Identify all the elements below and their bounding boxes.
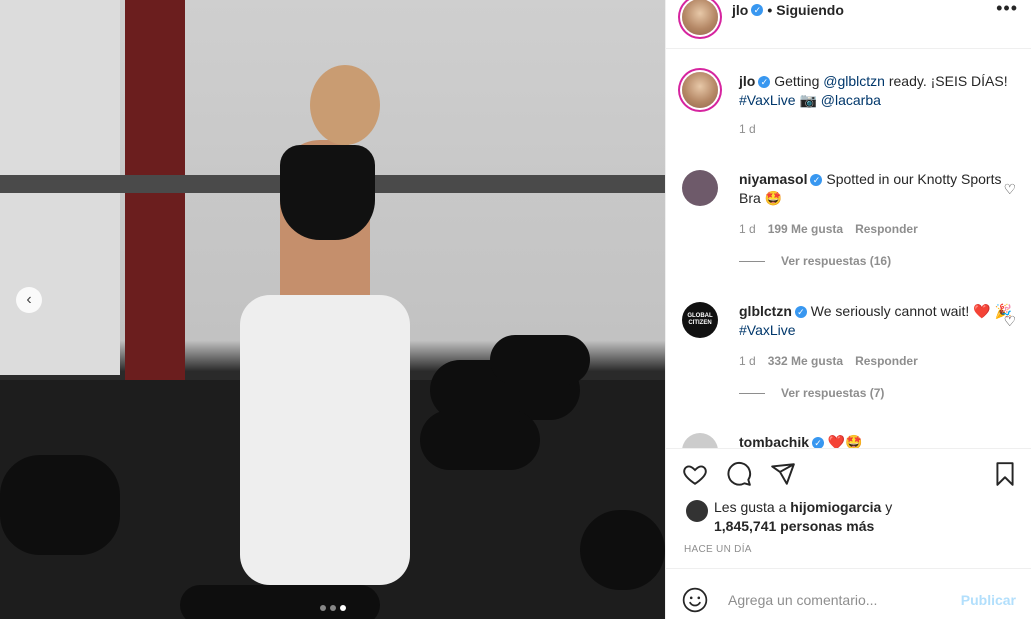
photo-dancer bbox=[0, 455, 120, 555]
photo-dancer bbox=[580, 510, 665, 590]
post-photo[interactable]: ‹ bbox=[0, 0, 665, 619]
comment-like-icon[interactable]: ♡ bbox=[1003, 313, 1016, 330]
liker-username[interactable]: hijomiogarcia bbox=[790, 499, 881, 515]
comment-input[interactable] bbox=[726, 591, 950, 609]
caption-text: jlo ✓ Getting @glblctzn ready. ¡SEIS DÍAS… bbox=[739, 73, 1008, 108]
comment-avatar[interactable] bbox=[682, 433, 718, 448]
verified-icon: ✓ bbox=[794, 306, 807, 319]
carousel-dot bbox=[320, 605, 326, 611]
carousel-dots bbox=[320, 605, 346, 611]
more-options-icon[interactable]: ••• bbox=[996, 0, 1018, 19]
hashtag-link[interactable]: #VaxLive bbox=[739, 92, 796, 108]
like-heart-icon[interactable] bbox=[682, 461, 708, 487]
verified-icon: ✓ bbox=[758, 76, 771, 89]
liker-avatar[interactable] bbox=[686, 500, 708, 522]
comment-username[interactable]: tombachik bbox=[739, 434, 809, 448]
post-actions bbox=[666, 448, 1031, 499]
caption-avatar[interactable] bbox=[682, 72, 718, 108]
comment-bubble-icon[interactable] bbox=[726, 461, 752, 487]
separator-dot: • bbox=[767, 2, 773, 18]
mention-link[interactable]: @glblctzn bbox=[823, 73, 885, 89]
likes-count[interactable]: 1,845,741 personas más bbox=[714, 518, 874, 534]
author-avatar[interactable] bbox=[682, 0, 718, 35]
comment-meta: 1 d 199 Me gusta Responder bbox=[739, 222, 918, 236]
reply-button[interactable]: Responder bbox=[855, 354, 918, 368]
post-time[interactable]: HACE UN DÍA bbox=[684, 544, 752, 555]
post-panel: jlo ✓ • Siguiendo ••• jlo ✓ Getting @glbl… bbox=[665, 0, 1031, 619]
likes-summary: Les gusta a hijomiogarcia y 1,845,741 pe… bbox=[682, 498, 1022, 536]
photo-dancer bbox=[490, 335, 590, 385]
verified-icon: ✓ bbox=[812, 437, 825, 448]
comment-item: niyamasol ✓ Spotted in our Knotty Sports … bbox=[682, 170, 1016, 268]
hashtag-link[interactable]: #VaxLive bbox=[739, 322, 796, 338]
follow-status-button[interactable]: Siguiendo bbox=[776, 2, 844, 18]
comment-likes[interactable]: 332 Me gusta bbox=[768, 354, 843, 368]
save-bookmark-icon[interactable] bbox=[992, 461, 1018, 487]
comment-item: tombachik ✓ ❤️🤩 bbox=[682, 433, 1016, 448]
comment-item: GLOBAL CITIZEN glblctzn ✓ We seriously ca… bbox=[682, 302, 1016, 400]
carousel-prev-button[interactable]: ‹ bbox=[16, 287, 42, 313]
post-header: jlo ✓ • Siguiendo ••• bbox=[666, 0, 1031, 49]
caption-username[interactable]: jlo bbox=[739, 73, 755, 89]
emoji-icon[interactable] bbox=[682, 587, 708, 613]
caption-time: 1 d bbox=[739, 122, 756, 136]
author-username[interactable]: jlo bbox=[732, 2, 748, 18]
share-send-icon[interactable] bbox=[770, 461, 796, 487]
verified-icon: ✓ bbox=[751, 4, 764, 16]
comment-username[interactable]: glblctzn bbox=[739, 303, 792, 319]
carousel-dot bbox=[330, 605, 336, 611]
carousel-dot-active bbox=[340, 605, 346, 611]
comment-like-icon[interactable]: ♡ bbox=[1003, 181, 1016, 198]
view-replies-button[interactable]: Ver respuestas (16) bbox=[739, 254, 1016, 268]
caption: jlo ✓ Getting @glblctzn ready. ¡SEIS DÍAS… bbox=[682, 72, 1016, 136]
reply-button[interactable]: Responder bbox=[855, 222, 918, 236]
comment-username[interactable]: niyamasol bbox=[739, 171, 807, 187]
comments-list[interactable]: jlo ✓ Getting @glblctzn ready. ¡SEIS DÍAS… bbox=[666, 48, 1031, 448]
comment-text: We seriously cannot wait! ❤️ 🎉 bbox=[810, 303, 1012, 319]
mention-link[interactable]: @lacarba bbox=[821, 92, 881, 108]
photo-main-figure bbox=[210, 30, 440, 610]
camera-emoji: 📷 bbox=[799, 92, 817, 108]
view-replies-button[interactable]: Ver respuestas (7) bbox=[739, 386, 1016, 400]
verified-icon: ✓ bbox=[810, 174, 823, 187]
comment-avatar[interactable] bbox=[682, 170, 718, 206]
comment-meta: 1 d 332 Me gusta Responder bbox=[739, 354, 918, 368]
comment-avatar[interactable]: GLOBAL CITIZEN bbox=[682, 302, 718, 338]
comment-text: ❤️🤩 bbox=[827, 434, 863, 448]
publish-button[interactable]: Publicar bbox=[961, 592, 1016, 608]
add-comment-section: Publicar bbox=[666, 568, 1031, 620]
comment-likes[interactable]: 199 Me gusta bbox=[768, 222, 843, 236]
